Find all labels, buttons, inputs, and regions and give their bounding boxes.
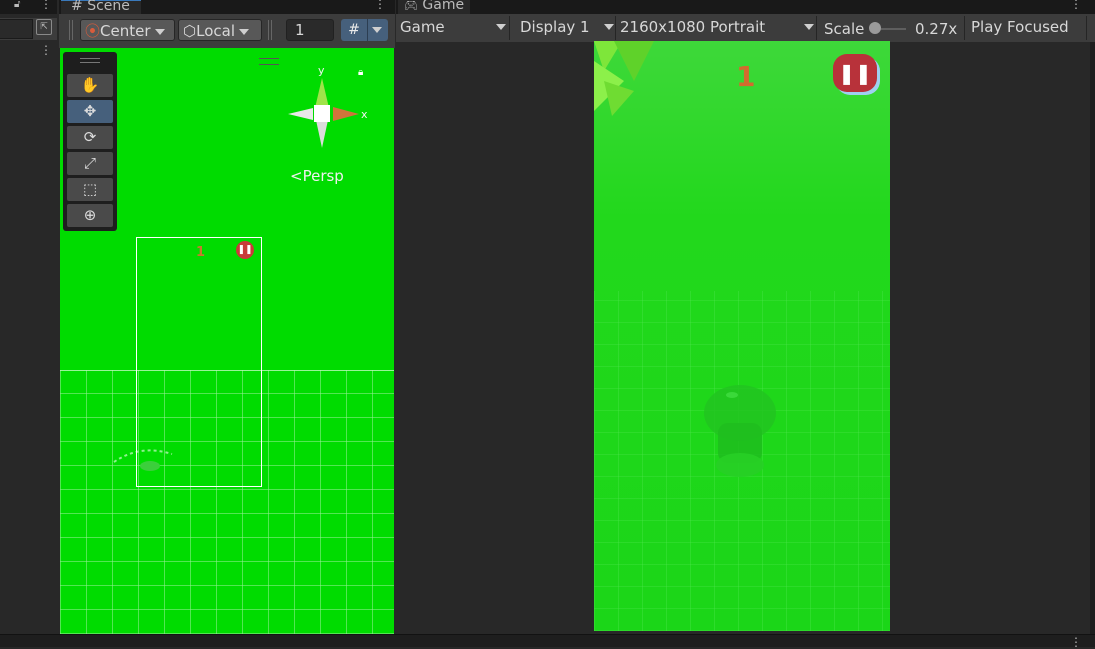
persp-icon: < (290, 167, 303, 185)
game-scrollbar[interactable] (1090, 42, 1095, 634)
left-lock-icon[interactable]: 🔓︎ (14, 0, 20, 10)
move-tool-button[interactable]: ✥ (67, 100, 113, 123)
resolution-dropdown[interactable]: 2160x1080 Portrait (620, 16, 814, 38)
chevron-down-icon (154, 28, 165, 35)
view-mode-label: Game (400, 18, 445, 36)
palette-grip[interactable] (80, 58, 100, 63)
pivot-mode-label: Center (100, 22, 151, 40)
pivot-rotation-dropdown[interactable]: ⬡Local (178, 19, 262, 41)
scale-tool-button[interactable]: ⤢ (67, 152, 113, 175)
chevron-down-icon (604, 24, 614, 30)
rotate-icon: ⟳ (83, 128, 97, 146)
left-field[interactable] (0, 19, 33, 39)
pivot-rotation-label: Local (196, 22, 235, 40)
toolbar-grip (268, 20, 272, 40)
bottom-panel-tab-bar (0, 634, 1095, 647)
pivot-mode-dropdown[interactable]: ⦿Center (80, 19, 175, 41)
scale-icon: ⤢ (83, 154, 96, 172)
grid-snap-button[interactable]: # (341, 19, 367, 41)
view-mode-dropdown[interactable]: Game (400, 16, 506, 38)
left-panel (0, 0, 57, 634)
tab-scene[interactable]: # Scene (61, 0, 141, 15)
persp-label: Persp (302, 167, 344, 185)
left-menu-icon[interactable]: ⋮ (40, 0, 52, 11)
scale-value: 0.27x (915, 20, 958, 38)
pause-icon: ❚❚ (838, 61, 872, 85)
hand-tool-button[interactable]: ✋ (67, 74, 113, 97)
resolution-label: 2160x1080 Portrait (620, 18, 766, 36)
frame-score: 1 (196, 245, 206, 260)
grid-snap-input[interactable]: 1 (286, 19, 334, 41)
pause-button[interactable]: ❚❚ (833, 54, 877, 92)
game-tab-label: Game (422, 0, 465, 13)
display-label: Display 1 (520, 18, 590, 36)
toolbar-grip (69, 20, 73, 40)
transform-icon: ⊕ (83, 206, 97, 224)
scene-tab-label: Scene (87, 0, 130, 14)
chevron-down-icon (804, 24, 814, 30)
chevron-down-icon (372, 27, 382, 33)
game-screen[interactable] (594, 41, 890, 631)
rect-transform-icon: ⬚ (82, 180, 98, 198)
rotate-tool-button[interactable]: ⟳ (67, 126, 113, 149)
grid-snap-dropdown[interactable] (367, 19, 388, 41)
transform-tool-button[interactable]: ⊕ (67, 204, 113, 227)
grid-snap-icon: # (348, 22, 360, 38)
gizmo-lock-icon[interactable]: 🔒︎ (358, 67, 363, 78)
projection-toggle[interactable]: <Persp (290, 167, 344, 185)
tab-game[interactable]: 🎮︎ Game (398, 0, 470, 14)
toolbar-separator (816, 16, 817, 40)
rect-tool-button[interactable]: ⬚ (67, 178, 113, 201)
gamepad-icon: 🎮︎ (404, 0, 418, 12)
game-score: 1 (736, 60, 756, 93)
toolbar-separator (1086, 16, 1087, 40)
chevron-down-icon (496, 24, 506, 30)
bottom-menu-icon[interactable]: ⋮ (1070, 635, 1082, 649)
gizmo-x-label: x (361, 108, 368, 121)
pivot-icon: ⦿ (85, 22, 101, 40)
frame-pause-icon: ❚❚ (236, 241, 254, 259)
left-row-menu-icon[interactable]: ⋮ (40, 43, 52, 57)
gizmo-y-label: y (318, 64, 325, 77)
scale-label: Scale (824, 20, 865, 38)
display-dropdown[interactable]: Display 1 (520, 16, 614, 38)
toolbar-separator (509, 16, 510, 40)
play-mode-dropdown[interactable]: Play Focused (971, 16, 1069, 38)
game-menu-icon[interactable]: ⋮ (1070, 0, 1082, 11)
move-icon: ✥ (83, 102, 97, 120)
game-tab-bar (396, 0, 1095, 14)
scene-drag-handle[interactable] (259, 58, 279, 65)
scale-slider-handle[interactable] (869, 22, 881, 34)
toolbar-separator (615, 16, 616, 40)
maximize-icon[interactable]: ⇱ (36, 19, 52, 35)
hand-icon: ✋ (80, 76, 100, 94)
game-foliage (594, 41, 654, 116)
game-character (704, 385, 776, 477)
scene-grid-icon: # (71, 0, 83, 14)
toolbar-separator (964, 16, 965, 40)
canvas-frame (136, 237, 262, 487)
scene-menu-icon[interactable]: ⋮ (374, 0, 386, 11)
cube-icon: ⬡ (183, 22, 197, 40)
chevron-down-icon (239, 28, 249, 35)
